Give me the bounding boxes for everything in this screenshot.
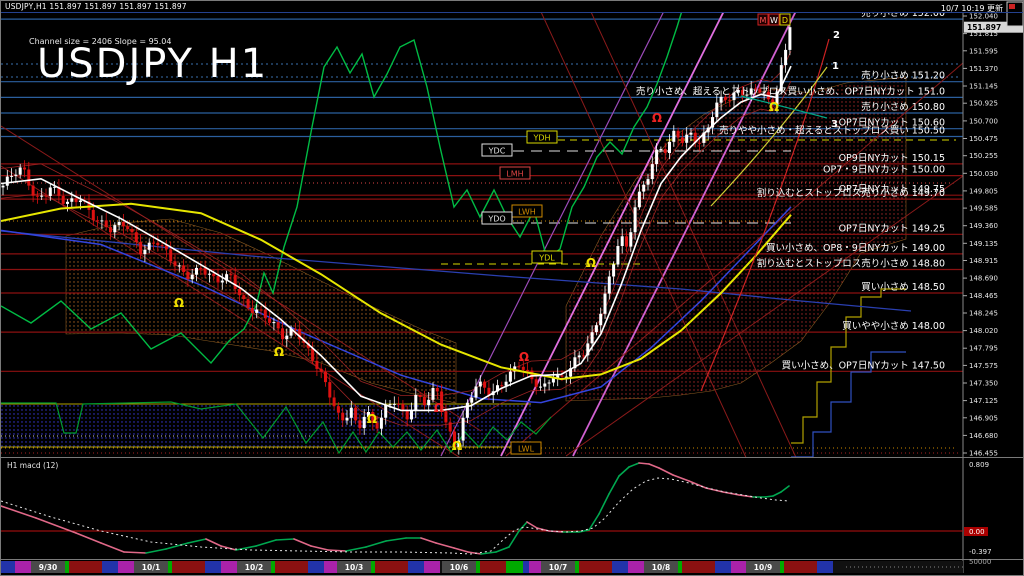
level-annotation: 買いやや小さめ 148.00	[842, 321, 945, 332]
price-tick: 150.925	[969, 100, 998, 108]
price-tick: 147.575	[969, 362, 998, 370]
price-tick: 150.700	[969, 117, 998, 125]
macd-scale-label: 50000	[969, 558, 991, 566]
price-tick: 147.125	[969, 397, 998, 405]
macd-panel: 0.809 0.00 -0.397 50000	[1, 457, 1023, 566]
price-tick: 148.690	[969, 275, 998, 283]
price-axis: 152.040151.815151.595151.370151.145150.9…	[962, 1, 1023, 573]
date-label: 10/6	[450, 563, 468, 572]
price-tick: 149.585	[969, 205, 998, 213]
price-tick: 151.595	[969, 47, 998, 55]
omega-marker: Ω	[452, 439, 462, 453]
price-tick: 151.145	[969, 83, 998, 91]
svg-text:LMH: LMH	[506, 170, 523, 179]
level-annotation: 割り込むとストップロス売り小さめ 148.80	[757, 258, 945, 270]
level-annotation: 売り小さめ、超えるとストップロス買い小さめ、OP7日NYカット 151.0	[636, 85, 945, 97]
level-annotation: 割り込むとストップロス売り小さめ 149.70	[757, 187, 945, 199]
level-annotation: OP7・9日NYカット 150.00	[823, 165, 945, 176]
omega-marker: Ω	[367, 412, 377, 426]
svg-text:YDH: YDH	[532, 134, 550, 143]
level-annotation: 買い小さめ、OP7日NYカット 147.50	[782, 360, 945, 371]
svg-text:LWH: LWH	[518, 208, 536, 217]
level-annotation: 買い小さめ 148.50	[861, 282, 945, 293]
price-chart-canvas[interactable]: ΩΩΩΩΩΩΩΩΩM W D213YDHYDCLMHLWHYDOYDLLWL売り小さ…	[1, 1, 1024, 576]
level-annotation: 買い小さめ、OP8・9日NYカット 149.00	[766, 243, 945, 254]
svg-text:YDC: YDC	[488, 147, 506, 156]
price-tick: 148.245	[969, 310, 998, 318]
price-tick: 148.020	[969, 327, 998, 335]
svg-text:M: M	[760, 16, 767, 25]
level-annotation: OP9日NYカット 150.15	[839, 153, 945, 164]
titlebar-separator	[1, 12, 1023, 13]
close-icon	[1009, 4, 1015, 9]
price-tick: 149.135	[969, 240, 998, 248]
main-chart-area: ΩΩΩΩΩΩΩΩΩM W D213YDHYDCLMHLWHYDOYDLLWL売り小さ…	[1, 7, 963, 457]
date-label: 10/7	[549, 563, 567, 572]
price-tick: 147.350	[969, 380, 998, 388]
macd-scale-label: 0.809	[969, 461, 989, 469]
target-number: 2	[833, 30, 840, 41]
level-annotation: OP7日NYカット 149.25	[839, 223, 945, 234]
omega-marker: Ω	[274, 345, 284, 359]
symbol-watermark: USDJPY H1	[37, 41, 269, 87]
omega-marker: Ω	[519, 350, 529, 364]
target-number: 1	[832, 61, 839, 72]
macd-scale-label: 0.00	[969, 528, 985, 536]
level-annotation: 売りやや小さめ・超えるとストップロス買い 150.50	[719, 125, 945, 137]
price-tick: 146.680	[969, 432, 998, 440]
omega-marker: Ω	[174, 296, 184, 310]
date-label: 9/30	[39, 563, 57, 572]
macd-indicator-label: H1 macd (12)	[7, 461, 59, 470]
omega-marker: Ω	[586, 256, 596, 270]
omega-marker: Ω	[652, 111, 662, 125]
level-annotation: 売り小さめ 151.20	[861, 70, 945, 82]
svg-text:YDO: YDO	[487, 215, 505, 224]
price-tick: 150.255	[969, 152, 998, 160]
date-label: 10/9	[754, 563, 772, 572]
omega-marker: Ω	[769, 100, 779, 114]
price-tick: 149.805	[969, 187, 998, 195]
date-label: 10/1	[142, 563, 160, 572]
price-tick: 150.475	[969, 135, 998, 143]
price-tick: 147.795	[969, 345, 998, 353]
price-tick: 146.455	[969, 450, 998, 458]
level-annotation: 売り小さめ 150.80	[861, 101, 945, 113]
trading-chart-window: Ω Ω Ω Ω Ω Ω Ω Ω Ω M W D 2 1 3 YDH YDC LMH LWH YDO YDL LWL 売り小さ…	[0, 0, 1024, 576]
date-label: 10/3	[345, 563, 363, 572]
price-tick: 150.030	[969, 170, 998, 178]
price-tick: 148.465	[969, 292, 998, 300]
svg-text:YDL: YDL	[538, 254, 555, 263]
macd-scale-label: -0.397	[969, 548, 992, 556]
level-annotation: 売り小さめ 152.00	[861, 7, 945, 19]
svg-text:LWL: LWL	[518, 445, 535, 454]
price-tick: 149.360	[969, 222, 998, 230]
price-tick: 151.370	[969, 65, 998, 73]
svg-text:151.897: 151.897	[967, 23, 1001, 32]
price-tick: 146.905	[969, 414, 998, 422]
date-axis-bar: 9/30 10/1 10/2 10/3 10/6 10/7 10/8 10/9	[1, 561, 963, 573]
date-label: 10/8	[652, 563, 670, 572]
price-tick: 148.915	[969, 257, 998, 265]
svg-text:W: W	[770, 16, 778, 25]
svg-text:D: D	[782, 16, 788, 25]
macd-signal-line	[1, 477, 790, 555]
omega-marker: Ω	[434, 401, 444, 415]
date-label: 10/2	[245, 563, 263, 572]
window-title: USDJPY,H1 151.897 151.897 151.897 151.89…	[5, 2, 187, 11]
